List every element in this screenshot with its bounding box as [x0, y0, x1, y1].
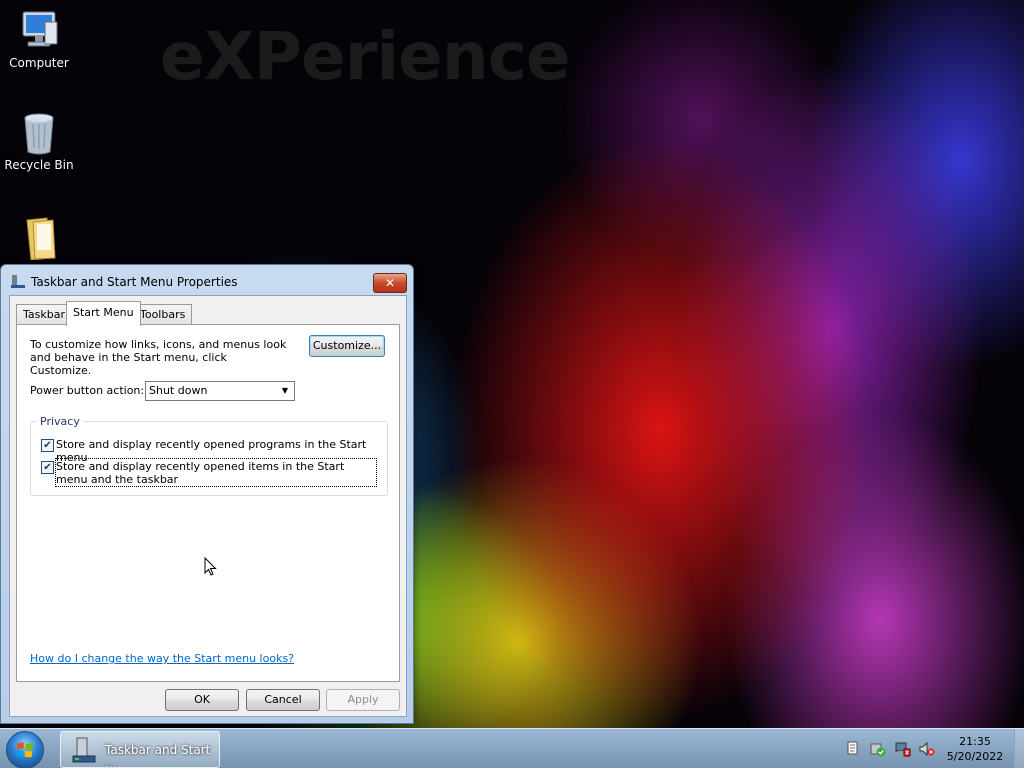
checkbox-recent-programs[interactable]: ✔ [41, 439, 54, 452]
dialog-titlebar[interactable]: Taskbar and Start Menu Properties ✕ [1, 265, 413, 297]
windows-logo-icon [16, 742, 33, 758]
network-icon[interactable] [895, 741, 911, 757]
cancel-button[interactable]: Cancel [246, 689, 320, 711]
tab-taskbar[interactable]: Taskbar [16, 304, 72, 325]
taskbar: Taskbar and Start ... 21:35 5/20/2022 [0, 728, 1024, 768]
desktop-icon-folder[interactable] [1, 214, 77, 262]
computer-icon [17, 8, 61, 54]
close-icon: ✕ [384, 276, 396, 290]
security-shield-icon[interactable] [870, 741, 886, 757]
taskbar-properties-icon [71, 736, 99, 764]
show-desktop-button[interactable] [1014, 729, 1024, 768]
ok-button[interactable]: OK [165, 689, 239, 711]
folder-icon [17, 214, 61, 261]
help-link[interactable]: How do I change the way the Start menu l… [30, 652, 294, 665]
privacy-group-title: Privacy [37, 415, 83, 428]
desktop-icon-computer[interactable]: Computer [1, 8, 77, 70]
customize-button[interactable]: Customize... [309, 335, 385, 357]
clock-time: 21:35 [959, 735, 991, 748]
mouse-cursor-icon [204, 556, 218, 577]
start-menu-panel: To customize how links, icons, and menus… [16, 324, 400, 682]
desktop-icon-recycle-bin[interactable]: Recycle Bin [1, 110, 77, 172]
dialog-title: Taskbar and Start Menu Properties [31, 275, 238, 289]
power-button-label: Power button action: [30, 384, 145, 397]
desktop-icon-label: Computer [9, 56, 69, 70]
close-button[interactable]: ✕ [373, 273, 407, 293]
desktop-icon-label: Recycle Bin [4, 158, 74, 172]
wallpaper-text: eXPerience [160, 18, 571, 95]
checkbox-recent-items[interactable]: ✔ [41, 461, 54, 474]
recycle-bin-icon [17, 110, 61, 156]
tab-toolbars[interactable]: Toolbars [133, 304, 193, 325]
taskbar-properties-dialog: Taskbar and Start Menu Properties ✕ Task… [0, 264, 414, 724]
customize-description: To customize how links, icons, and menus… [30, 338, 287, 377]
power-button-select[interactable]: Shut down ▼ [145, 381, 295, 401]
action-center-icon[interactable] [846, 741, 860, 755]
taskbar-item-label: Taskbar and Start ... [105, 743, 211, 768]
taskbar-properties-icon [11, 274, 25, 288]
chevron-down-icon: ▼ [281, 386, 289, 395]
volume-muted-icon[interactable] [919, 741, 935, 757]
tab-start-menu[interactable]: Start Menu [66, 301, 141, 326]
taskbar-item-properties[interactable]: Taskbar and Start ... [60, 731, 220, 768]
power-button-value: Shut down [149, 384, 208, 397]
taskbar-clock[interactable]: 21:35 5/20/2022 [940, 734, 1010, 764]
clock-date: 5/20/2022 [946, 750, 1004, 763]
start-button[interactable] [6, 731, 44, 768]
recent-items-label[interactable]: Store and display recently opened items … [56, 460, 374, 486]
dialog-client: Taskbar Start Menu Toolbars To customize… [9, 295, 407, 717]
apply-button[interactable]: Apply [326, 689, 400, 711]
